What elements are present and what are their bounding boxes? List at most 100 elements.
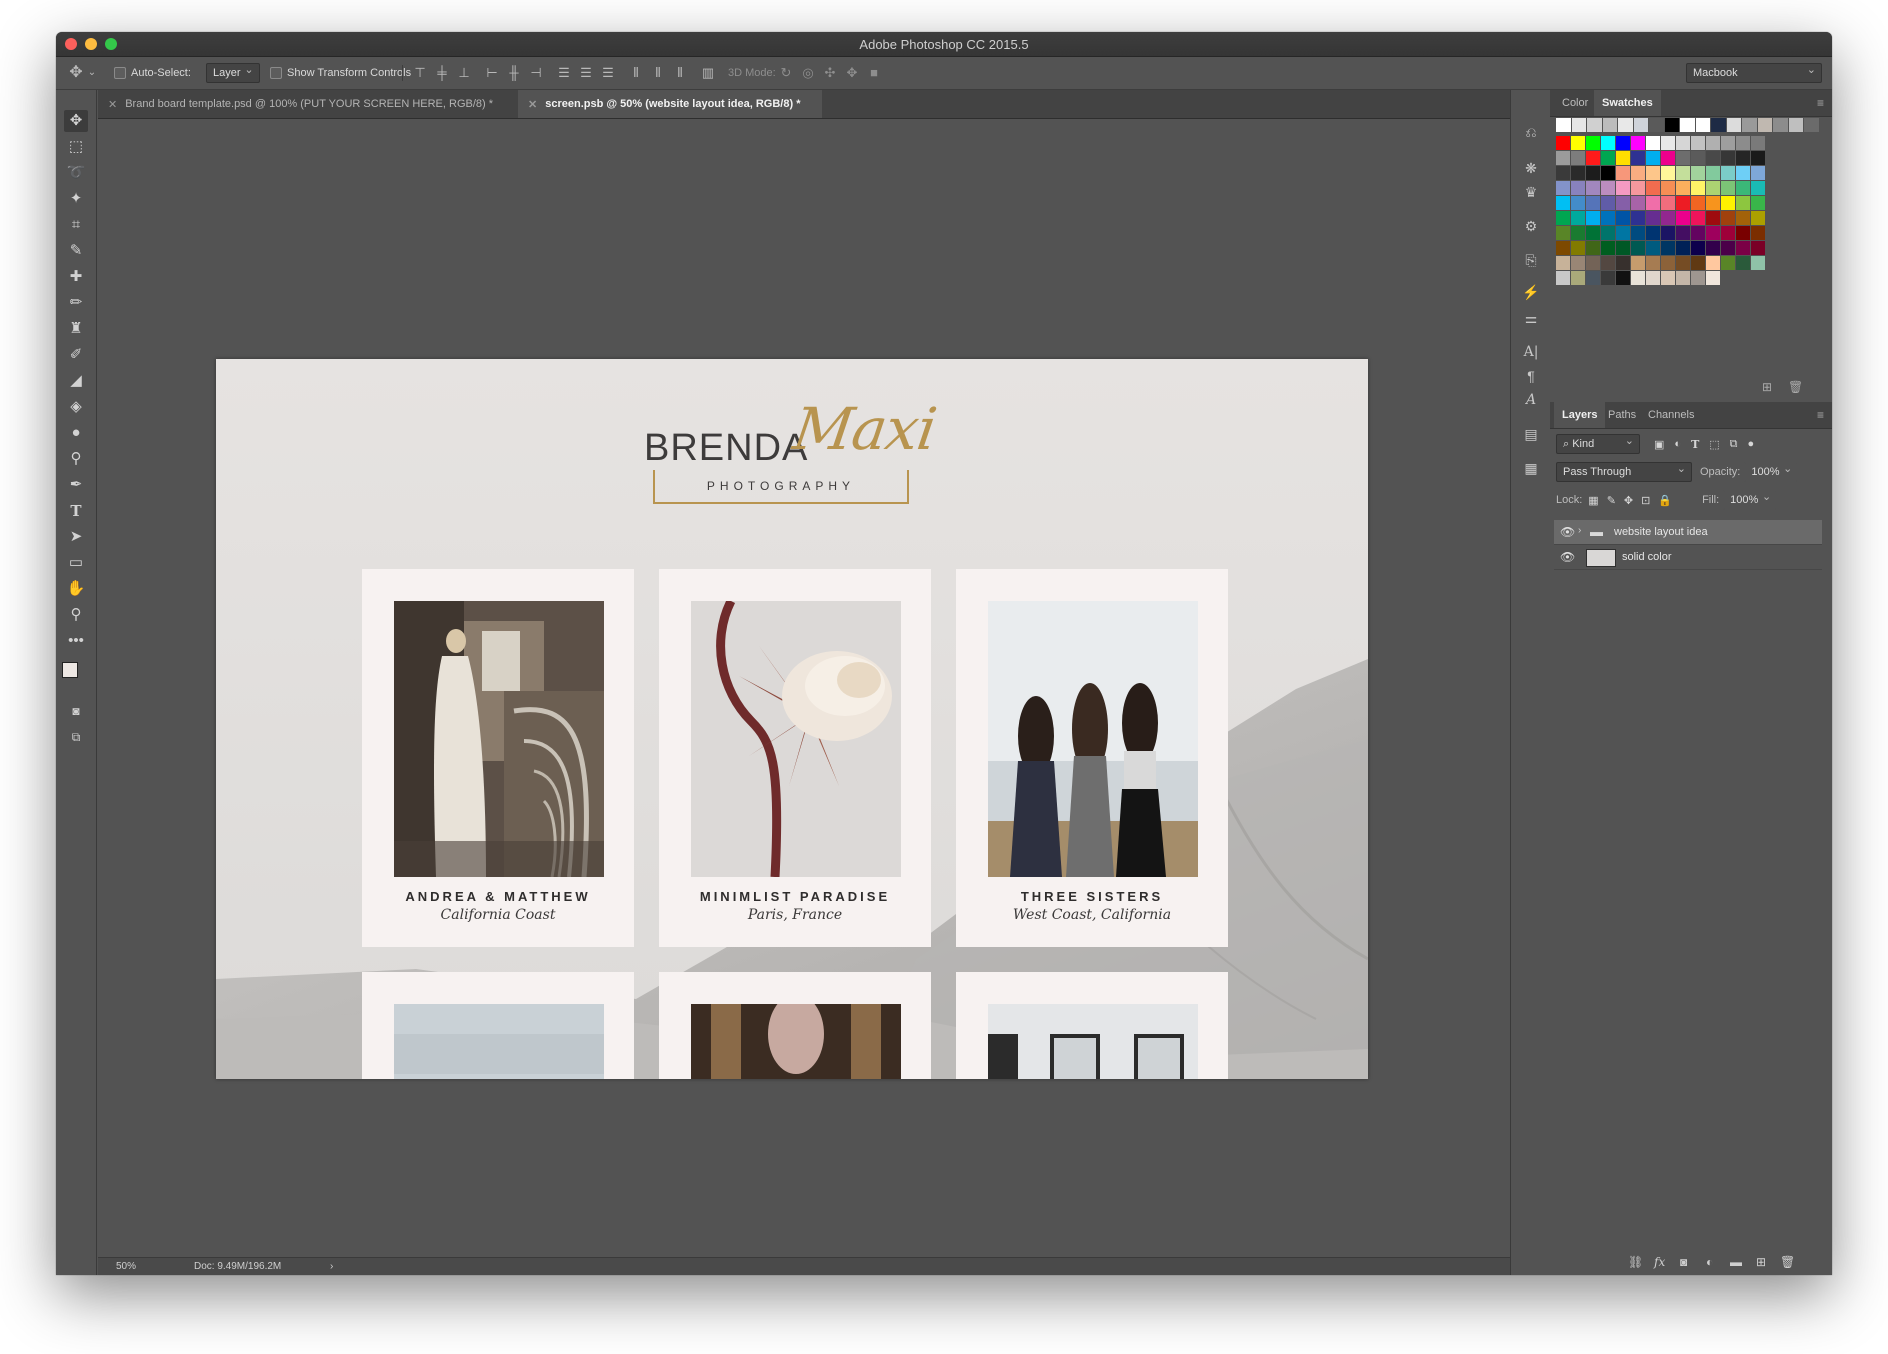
distribute-top-icon[interactable]: ☰: [556, 65, 572, 81]
move-tool-icon[interactable]: ✥: [64, 110, 88, 132]
crop-tool-icon[interactable]: ⌗: [64, 214, 88, 236]
distribute-vertical-center-icon[interactable]: ☰: [578, 65, 594, 81]
layer-comps-icon[interactable]: ▤: [1521, 424, 1541, 444]
color-swatch[interactable]: [1571, 256, 1585, 270]
color-swatch[interactable]: [1586, 151, 1600, 165]
color-swatch[interactable]: [1556, 226, 1570, 240]
workspace-dropdown[interactable]: Macbook: [1686, 57, 1822, 89]
opacity-field[interactable]: 100%: [1744, 460, 1799, 482]
status-menu-arrow-icon[interactable]: ›: [330, 1261, 333, 1272]
color-swatch[interactable]: [1661, 211, 1675, 225]
color-swatch[interactable]: [1556, 151, 1570, 165]
close-tab-icon[interactable]: ✕: [108, 98, 117, 111]
lock-artboard-icon[interactable]: ⊡: [1641, 494, 1650, 507]
zoom-level[interactable]: 50%: [116, 1261, 136, 1272]
color-swatch[interactable]: [1676, 196, 1690, 210]
color-swatch[interactable]: [1661, 181, 1675, 195]
link-layers-icon[interactable]: ⛓: [1628, 1255, 1643, 1269]
canvas-area[interactable]: BRENDA Maxi PHOTOGRAPHY ANDREA & MATTHEW…: [98, 119, 1546, 1257]
color-swatch[interactable]: [1601, 166, 1615, 180]
filter-toggle-icon[interactable]: ●: [1748, 438, 1755, 450]
properties-icon[interactable]: ⚌: [1521, 308, 1541, 328]
close-tab-icon[interactable]: ✕: [528, 98, 537, 111]
brush-tool-icon[interactable]: ✏: [64, 292, 88, 314]
path-selection-tool-icon[interactable]: ➤: [64, 526, 88, 548]
color-swatch[interactable]: [1661, 226, 1675, 240]
color-swatch[interactable]: [1633, 118, 1648, 132]
align-left-icon[interactable]: ⊢: [484, 65, 500, 81]
color-swatch[interactable]: [1556, 118, 1571, 132]
color-swatch[interactable]: [1616, 271, 1630, 285]
color-swatch[interactable]: [1571, 196, 1585, 210]
color-swatch[interactable]: [1691, 241, 1705, 255]
color-swatch[interactable]: [1706, 136, 1720, 150]
brush-settings-icon[interactable]: ❋: [1521, 158, 1541, 178]
color-swatch[interactable]: [1616, 211, 1630, 225]
clone-stamp-tool-icon[interactable]: ♜: [64, 318, 88, 340]
color-swatch[interactable]: [1664, 118, 1679, 132]
color-swatch[interactable]: [1631, 196, 1645, 210]
blend-mode-dropdown[interactable]: Pass Through: [1556, 460, 1692, 482]
color-swatch[interactable]: [1586, 166, 1600, 180]
color-swatch[interactable]: [1721, 166, 1735, 180]
clone-source-icon[interactable]: ⚙: [1521, 216, 1541, 236]
color-swatch[interactable]: [1721, 211, 1735, 225]
orbit-3d-icon[interactable]: ↻: [778, 65, 794, 81]
color-swatch[interactable]: [1661, 166, 1675, 180]
paint-bucket-tool-icon[interactable]: ◈: [64, 396, 88, 418]
color-swatch[interactable]: [1601, 211, 1615, 225]
color-swatch[interactable]: [1586, 181, 1600, 195]
color-swatch[interactable]: [1616, 256, 1630, 270]
dodge-tool-icon[interactable]: ⚲: [64, 448, 88, 470]
color-swatch[interactable]: [1711, 118, 1726, 132]
new-swatch-icon[interactable]: ⊞: [1762, 380, 1772, 394]
color-swatch[interactable]: [1649, 118, 1664, 132]
align-horizontal-center-icon[interactable]: ╫: [506, 65, 522, 81]
color-swatch[interactable]: [1726, 118, 1741, 132]
color-swatch[interactable]: [1571, 241, 1585, 255]
color-swatch[interactable]: [1751, 226, 1765, 240]
color-swatch[interactable]: [1586, 196, 1600, 210]
color-swatch[interactable]: [1706, 226, 1720, 240]
color-swatch[interactable]: [1691, 166, 1705, 180]
tab-swatches[interactable]: Swatches: [1594, 90, 1661, 116]
color-swatch[interactable]: [1736, 211, 1750, 225]
color-swatch[interactable]: [1631, 211, 1645, 225]
color-swatch[interactable]: [1631, 241, 1645, 255]
portfolio-card[interactable]: [956, 972, 1228, 1079]
color-swatch[interactable]: [1616, 136, 1630, 150]
color-swatch[interactable]: [1788, 118, 1803, 132]
color-swatch[interactable]: [1691, 181, 1705, 195]
adjustment-layer-icon[interactable]: ◐: [1706, 1255, 1713, 1269]
panel-menu-icon[interactable]: ≡: [1817, 96, 1824, 110]
color-swatch[interactable]: [1661, 136, 1675, 150]
color-swatch[interactable]: [1706, 196, 1720, 210]
slide-3d-icon[interactable]: ✥: [844, 65, 860, 81]
history-panel-icon[interactable]: ⎌: [1521, 122, 1541, 142]
distribute-bottom-icon[interactable]: ☰: [600, 65, 616, 81]
panel-menu-icon[interactable]: ≡: [1817, 408, 1824, 422]
color-swatch[interactable]: [1631, 166, 1645, 180]
auto-select-option[interactable]: Auto-Select:: [114, 57, 191, 89]
color-swatch[interactable]: [1571, 151, 1585, 165]
adjustments-icon[interactable]: ⚡: [1521, 282, 1541, 302]
color-swatch[interactable]: [1676, 241, 1690, 255]
color-swatch[interactable]: [1586, 226, 1600, 240]
color-swatch[interactable]: [1631, 256, 1645, 270]
color-swatch[interactable]: [1556, 136, 1570, 150]
color-swatch[interactable]: [1601, 241, 1615, 255]
color-swatch[interactable]: [1691, 196, 1705, 210]
roll-3d-icon[interactable]: ◎: [800, 65, 816, 81]
fill-field[interactable]: 100%: [1723, 488, 1778, 510]
color-swatch[interactable]: [1556, 271, 1570, 285]
brushes-panel-icon[interactable]: ♛: [1521, 182, 1541, 202]
color-swatch[interactable]: [1587, 118, 1602, 132]
document-canvas[interactable]: BRENDA Maxi PHOTOGRAPHY ANDREA & MATTHEW…: [216, 359, 1368, 1079]
color-swatch[interactable]: [1751, 241, 1765, 255]
portfolio-card[interactable]: [659, 972, 931, 1079]
eye-visibility-icon[interactable]: 👁: [1560, 550, 1575, 564]
color-swatch[interactable]: [1631, 136, 1645, 150]
color-swatch[interactable]: [1556, 166, 1570, 180]
color-swatch[interactable]: [1742, 118, 1757, 132]
color-swatch[interactable]: [1646, 136, 1660, 150]
